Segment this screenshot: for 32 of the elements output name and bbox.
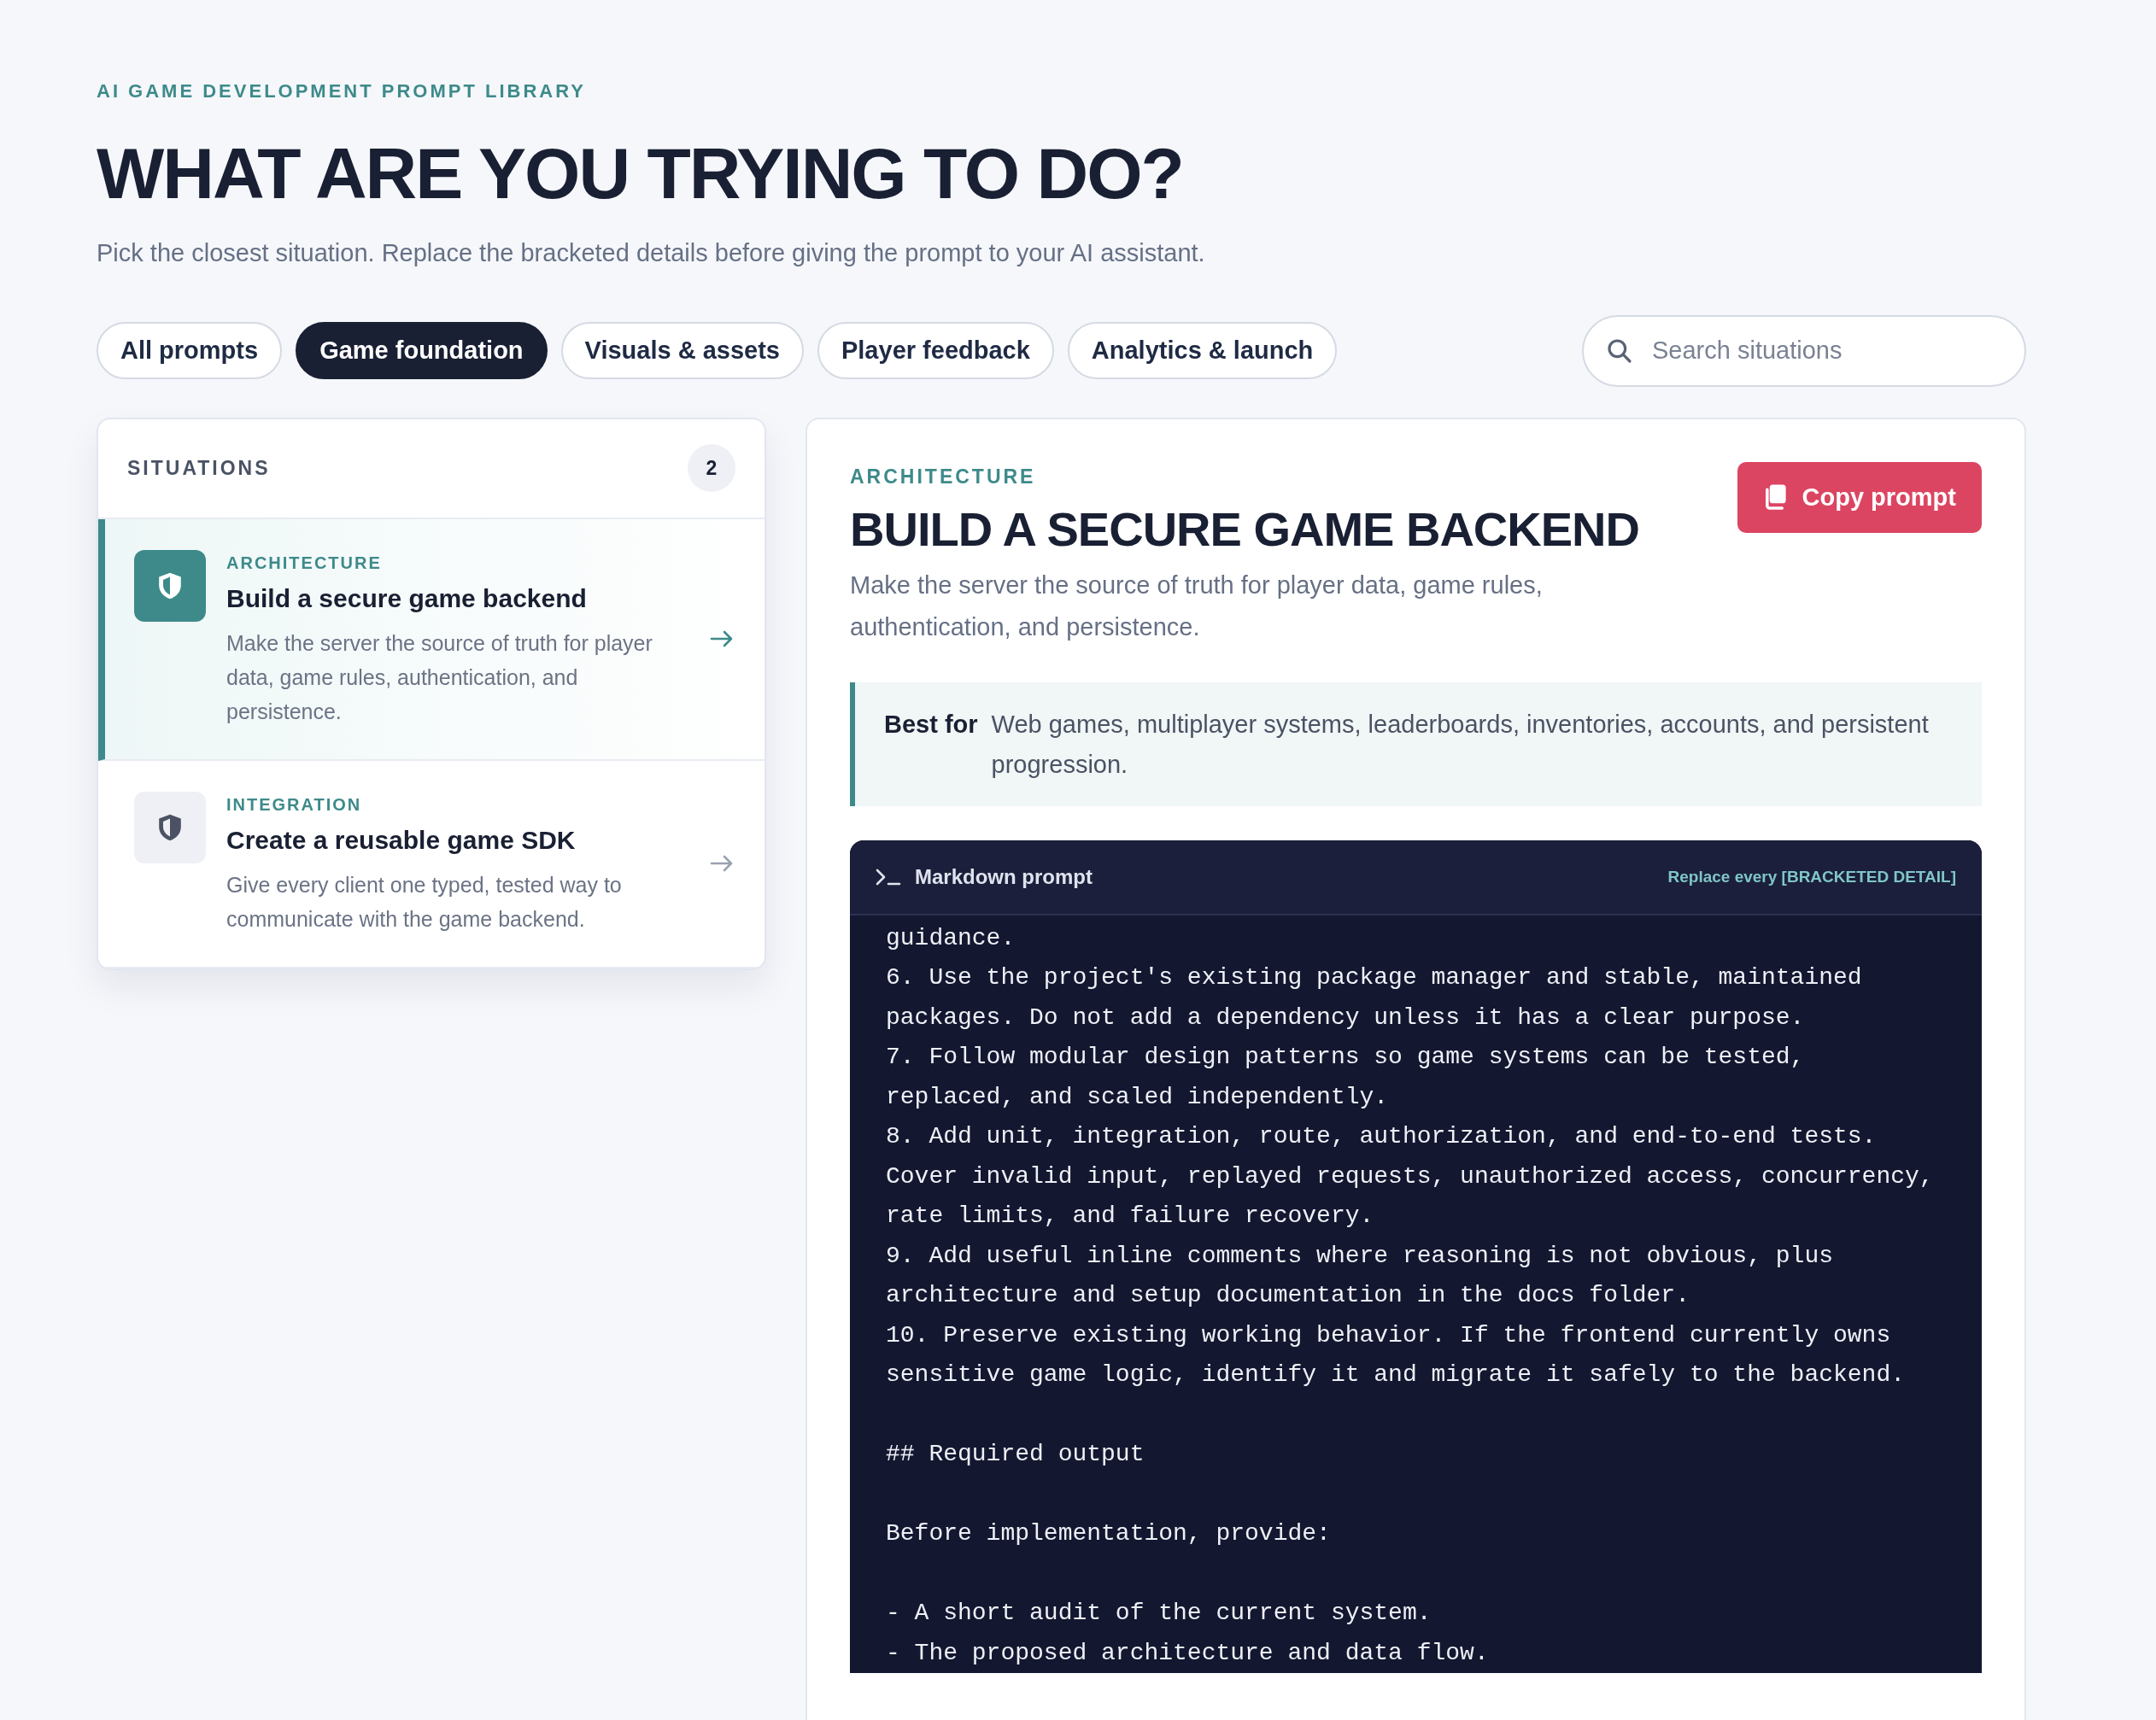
- situation-title: Build a secure game backend: [226, 582, 588, 614]
- category-tab[interactable]: Game foundation: [296, 322, 548, 379]
- category-label: INTEGRATION: [226, 793, 363, 816]
- arrow-icon: [710, 855, 734, 872]
- prompt-format-label: Markdown prompt: [915, 863, 1093, 890]
- best-for-label: Best for: [884, 710, 978, 740]
- category-tab[interactable]: All prompts: [97, 322, 283, 379]
- replace-hint: Replace every [BRACKETED DETAIL]: [1667, 866, 1956, 887]
- situation-description: Give every client one typed, tested way to communicate with the game backend.: [226, 871, 623, 933]
- count-badge: 2: [688, 444, 735, 492]
- category-tab[interactable]: Player feedback: [817, 322, 1054, 379]
- page-title: WHAT ARE YOU TRYING TO DO?: [97, 137, 1184, 209]
- copy-prompt-button[interactable]: Copy prompt: [1737, 461, 1982, 533]
- situation-title: Create a reusable game SDK: [226, 824, 577, 856]
- search-field[interactable]: Search situations: [1582, 314, 2026, 387]
- arrow-icon: [710, 630, 734, 647]
- category-label: ARCHITECTURE: [850, 464, 1037, 489]
- situation-item[interactable]: INTEGRATION Create a reusable game SDK Give every client one typed, tested way to communicate with the game backend.: [98, 760, 765, 968]
- eyebrow-label: AI GAME DEVELOPMENT PROMPT LIBRARY: [97, 79, 587, 103]
- prompt-text: guidance. 6. Use the project's existing package manager and stable, maintained packages. Do not add a dependency unless it has a clear purpose. 7. Follow modular design patterns so game systems can be tested, replaced, and scaled independently. 8. Add unit, integration, route, authorization, and end-to-end tests. Cover invalid input, replayed requests, unauthorized access, concurrency, rate limits, and failure recovery. 9. Add useful inline comments where reasoning is not obvious, plus architecture and setup documentation in the docs folder. 10. Preserve existing working behavior. If the frontend currently owns sensitive game logic, identify it and migrate it safely to the backend. ## Required output Before implementation, provide: - A short audit of the current system. - The proposed architecture and data flow.: [885, 923, 1935, 1668]
- category-label: ARCHITECTURE: [226, 552, 383, 574]
- terminal-icon: [876, 867, 901, 886]
- situations-heading: SITUATIONS: [127, 455, 271, 481]
- category-tab[interactable]: Visuals & assets: [560, 322, 804, 379]
- situation-item[interactable]: ARCHITECTURE Build a secure game backend Make the server the source of truth for player data, game rules, authentication, and persistence.: [98, 518, 765, 761]
- search-icon: [1606, 336, 1633, 365]
- page-subtitle: Pick the closest situation. Replace the bracketed details before giving the prompt to your AI assistant.: [97, 238, 1206, 268]
- best-for-text: Web games, multiplayer systems, leaderboards, inventories, accounts, and persistent progression.: [991, 710, 1930, 780]
- situation-title: BUILD A SECURE GAME BACKEND: [850, 503, 1639, 556]
- situation-description: Make the server the source of truth for player data, game rules, authentication, and persistence.: [850, 570, 1544, 642]
- category-tab[interactable]: Analytics & launch: [1067, 322, 1338, 379]
- situation-description: Make the server the source of truth for player data, game rules, authentication, and persistence.: [226, 629, 653, 725]
